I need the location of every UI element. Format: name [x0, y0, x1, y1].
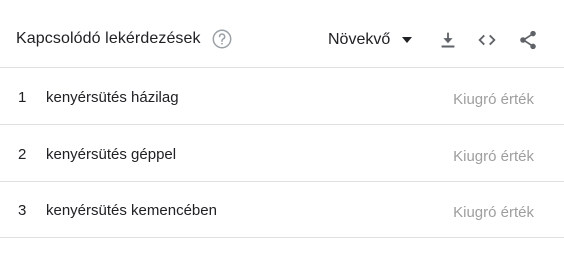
caret-down-icon — [402, 37, 413, 43]
table-row[interactable]: 2 kenyérsütés géppel Kiugró érték — [0, 126, 564, 182]
related-queries-card: Kapcsolódó lekérdezések Növekvő 1 kenyér… — [0, 0, 564, 254]
table-row[interactable]: 1 kenyérsütés házilag Kiugró érték — [0, 69, 564, 125]
row-query-link[interactable]: kenyérsütés géppel — [46, 146, 176, 163]
share-icon[interactable] — [517, 29, 539, 51]
download-icon[interactable] — [437, 29, 459, 51]
help-circle-icon[interactable] — [211, 28, 233, 50]
row-query-link[interactable]: kenyérsütés kemencében — [46, 202, 217, 219]
card-header: Kapcsolódó lekérdezések Növekvő — [0, 0, 564, 68]
row-value: Kiugró érték — [453, 148, 534, 165]
sort-selected-label: Növekvő — [328, 31, 391, 48]
row-rank: 2 — [18, 146, 27, 163]
row-query-link[interactable]: kenyérsütés házilag — [46, 89, 179, 106]
card-title: Kapcsolódó lekérdezések — [16, 30, 201, 47]
embed-code-icon[interactable] — [476, 29, 498, 51]
row-rank: 1 — [18, 89, 27, 106]
table-row[interactable]: 3 kenyérsütés kemencében Kiugró érték — [0, 182, 564, 238]
row-rank: 3 — [18, 202, 27, 219]
row-value: Kiugró érték — [453, 91, 534, 108]
row-value: Kiugró érték — [453, 204, 534, 221]
sort-dropdown[interactable]: Növekvő — [328, 28, 413, 52]
